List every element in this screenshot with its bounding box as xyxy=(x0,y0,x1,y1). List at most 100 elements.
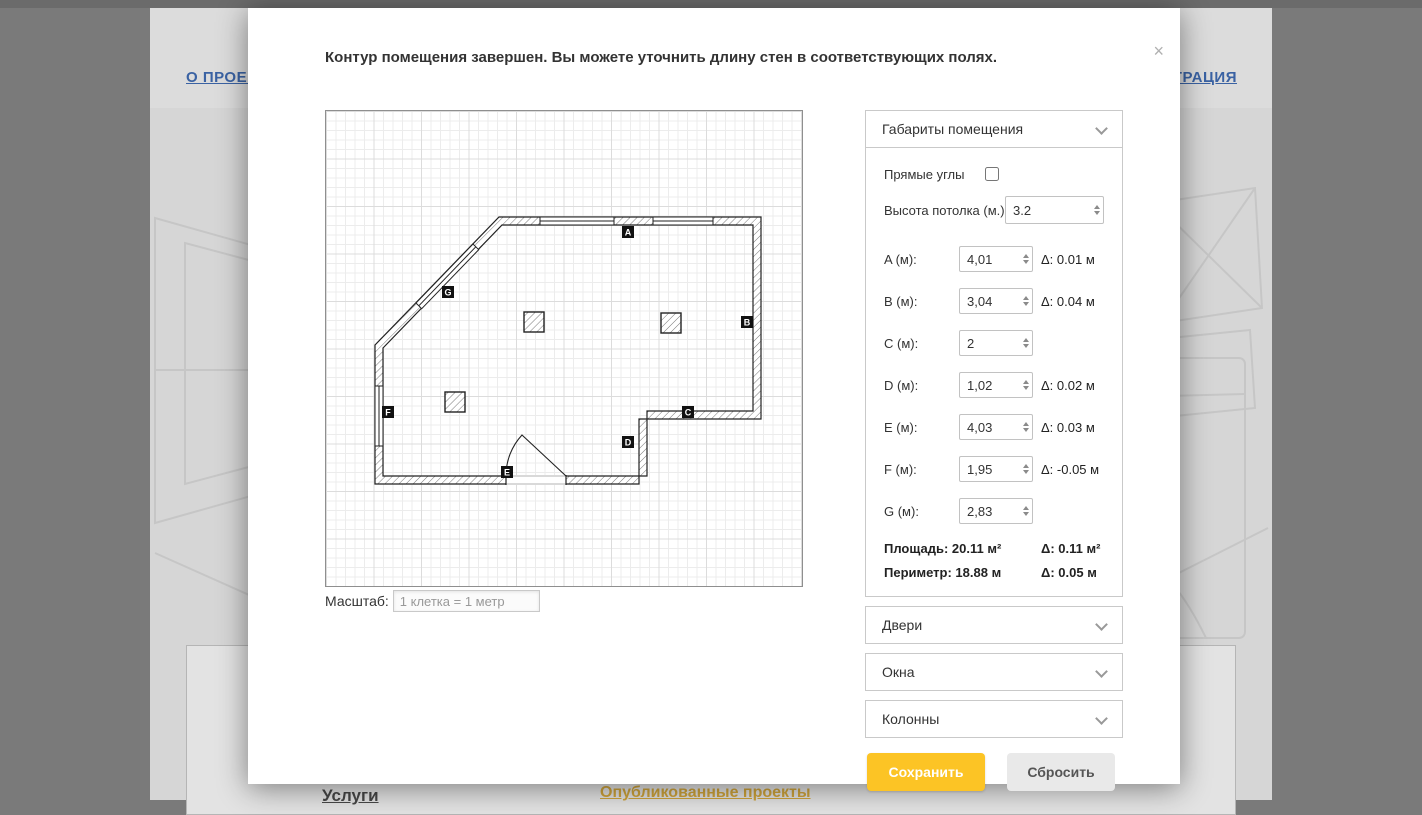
services-heading[interactable]: Услуги xyxy=(322,786,379,806)
svg-text:C: C xyxy=(685,408,692,418)
dimensions-panel: Прямые углы Высота потолка (м.) A (м): Δ… xyxy=(865,148,1123,597)
stepper-up-icon[interactable] xyxy=(1094,205,1100,209)
wall-label: F (м): xyxy=(884,461,917,477)
stepper[interactable] xyxy=(1023,380,1029,390)
wall-length-input-c[interactable] xyxy=(959,330,1033,356)
svg-text:A: A xyxy=(625,228,632,238)
chevron-down-icon xyxy=(1095,712,1108,725)
accordion-doors[interactable]: Двери xyxy=(865,606,1123,644)
wall-marker-b[interactable]: B xyxy=(741,316,753,328)
wall-label: B (м): xyxy=(884,293,918,309)
floor-plan-svg: A G B C D E F xyxy=(374,216,762,485)
wall-label: D (м): xyxy=(884,377,919,393)
stepper[interactable] xyxy=(1023,464,1029,474)
right-angles-row: Прямые углы xyxy=(884,164,1104,184)
stepper[interactable] xyxy=(1023,338,1029,348)
wall-row-f: F (м): Δ: -0.05 м xyxy=(884,456,1104,482)
stepper-down-icon[interactable] xyxy=(1023,470,1029,474)
stepper-down-icon[interactable] xyxy=(1023,386,1029,390)
wall-length-input-a[interactable] xyxy=(959,246,1033,272)
wall-label: C (м): xyxy=(884,335,919,351)
wall-length-input-g[interactable] xyxy=(959,498,1033,524)
wall-length-input-b[interactable] xyxy=(959,288,1033,314)
reset-button[interactable]: Сбросить xyxy=(1007,753,1115,791)
wall-length-input-f[interactable] xyxy=(959,456,1033,482)
stepper[interactable] xyxy=(1023,254,1029,264)
wall-marker-g[interactable]: G xyxy=(442,286,454,298)
scale-label: Масштаб: xyxy=(325,593,389,609)
column-1 xyxy=(523,311,545,333)
area-delta: Δ: 0.11 м² xyxy=(1041,540,1101,556)
wall-marker-c[interactable]: C xyxy=(682,406,694,418)
stepper-up-icon[interactable] xyxy=(1023,296,1029,300)
plan-canvas[interactable]: A G B C D E F xyxy=(325,110,803,587)
area-label: Площадь: 20.11 м² xyxy=(884,540,1002,556)
window-top-2 xyxy=(652,216,714,226)
published-projects-heading[interactable]: Опубликованные проекты xyxy=(600,784,811,802)
stepper-up-icon[interactable] xyxy=(1023,338,1029,342)
wall-length-input-e[interactable] xyxy=(959,414,1033,440)
stepper-up-icon[interactable] xyxy=(1023,464,1029,468)
window-diagonal xyxy=(415,243,480,310)
scale-row: Масштаб: xyxy=(325,590,540,612)
perimeter-delta: Δ: 0.05 м xyxy=(1041,564,1097,580)
wall-delta: Δ: 0.01 м xyxy=(1041,251,1095,267)
stepper-up-icon[interactable] xyxy=(1023,380,1029,384)
accordion-dimensions-label: Габариты помещения xyxy=(882,121,1024,137)
chevron-down-icon xyxy=(1095,618,1108,631)
wall-label: G (м): xyxy=(884,503,919,519)
chevron-down-icon xyxy=(1095,665,1108,678)
wall-row-a: A (м): Δ: 0.01 м xyxy=(884,246,1104,272)
area-row: Площадь: 20.11 м² Δ: 0.11 м² xyxy=(884,540,1104,556)
room-contour-modal: Контур помещения завершен. Вы можете уто… xyxy=(248,8,1180,791)
wall-length-input-d[interactable] xyxy=(959,372,1033,398)
window-top-1 xyxy=(539,216,615,226)
window-left xyxy=(374,385,384,447)
ceiling-row: Высота потолка (м.) xyxy=(884,196,1104,224)
accordion-windows[interactable]: Окна xyxy=(865,653,1123,691)
close-icon[interactable]: × xyxy=(1153,42,1164,60)
ceiling-stepper[interactable] xyxy=(1094,205,1100,215)
stepper-down-icon[interactable] xyxy=(1023,428,1029,432)
accordion-dimensions[interactable]: Габариты помещения xyxy=(865,110,1123,148)
wall-row-d: D (м): Δ: 0.02 м xyxy=(884,372,1104,398)
door xyxy=(505,434,567,485)
ceiling-height-input[interactable] xyxy=(1005,196,1104,224)
stepper[interactable] xyxy=(1023,296,1029,306)
right-angles-label: Прямые углы xyxy=(884,166,965,182)
perimeter-row: Периметр: 18.88 м Δ: 0.05 м xyxy=(884,564,1104,580)
stepper-up-icon[interactable] xyxy=(1023,506,1029,510)
door-arc xyxy=(505,434,567,477)
stepper[interactable] xyxy=(1023,422,1029,432)
wall-marker-f[interactable]: F xyxy=(382,406,394,418)
right-angles-checkbox[interactable] xyxy=(985,167,999,181)
stepper-down-icon[interactable] xyxy=(1023,512,1029,516)
column-2 xyxy=(660,312,682,334)
svg-text:D: D xyxy=(625,438,632,448)
wall-label: A (м): xyxy=(884,251,917,267)
stepper-up-icon[interactable] xyxy=(1023,422,1029,426)
wall-row-e: E (м): Δ: 0.03 м xyxy=(884,414,1104,440)
stepper-down-icon[interactable] xyxy=(1094,211,1100,215)
wall-marker-a[interactable]: A xyxy=(622,226,634,238)
column-3 xyxy=(444,391,466,413)
wall-delta: Δ: 0.04 м xyxy=(1041,293,1095,309)
wall-delta: Δ: -0.05 м xyxy=(1041,461,1100,477)
wall-ring xyxy=(374,216,762,485)
wall-marker-e[interactable]: E xyxy=(501,466,513,478)
scale-input[interactable] xyxy=(392,590,540,612)
stepper-up-icon[interactable] xyxy=(1023,254,1029,258)
save-button[interactable]: Сохранить xyxy=(867,753,985,791)
modal-title: Контур помещения завершен. Вы можете уто… xyxy=(325,49,998,66)
svg-text:F: F xyxy=(385,408,391,418)
stepper[interactable] xyxy=(1023,506,1029,516)
wall-row-c: C (м): xyxy=(884,330,1104,356)
wall-marker-d[interactable]: D xyxy=(622,436,634,448)
wall-label: E (м): xyxy=(884,419,918,435)
stepper-down-icon[interactable] xyxy=(1023,260,1029,264)
stepper-down-icon[interactable] xyxy=(1023,302,1029,306)
accordion-columns[interactable]: Колонны xyxy=(865,700,1123,738)
stepper-down-icon[interactable] xyxy=(1023,344,1029,348)
svg-text:G: G xyxy=(444,288,451,298)
settings-column: Габариты помещения Прямые углы Высота по… xyxy=(865,110,1123,738)
